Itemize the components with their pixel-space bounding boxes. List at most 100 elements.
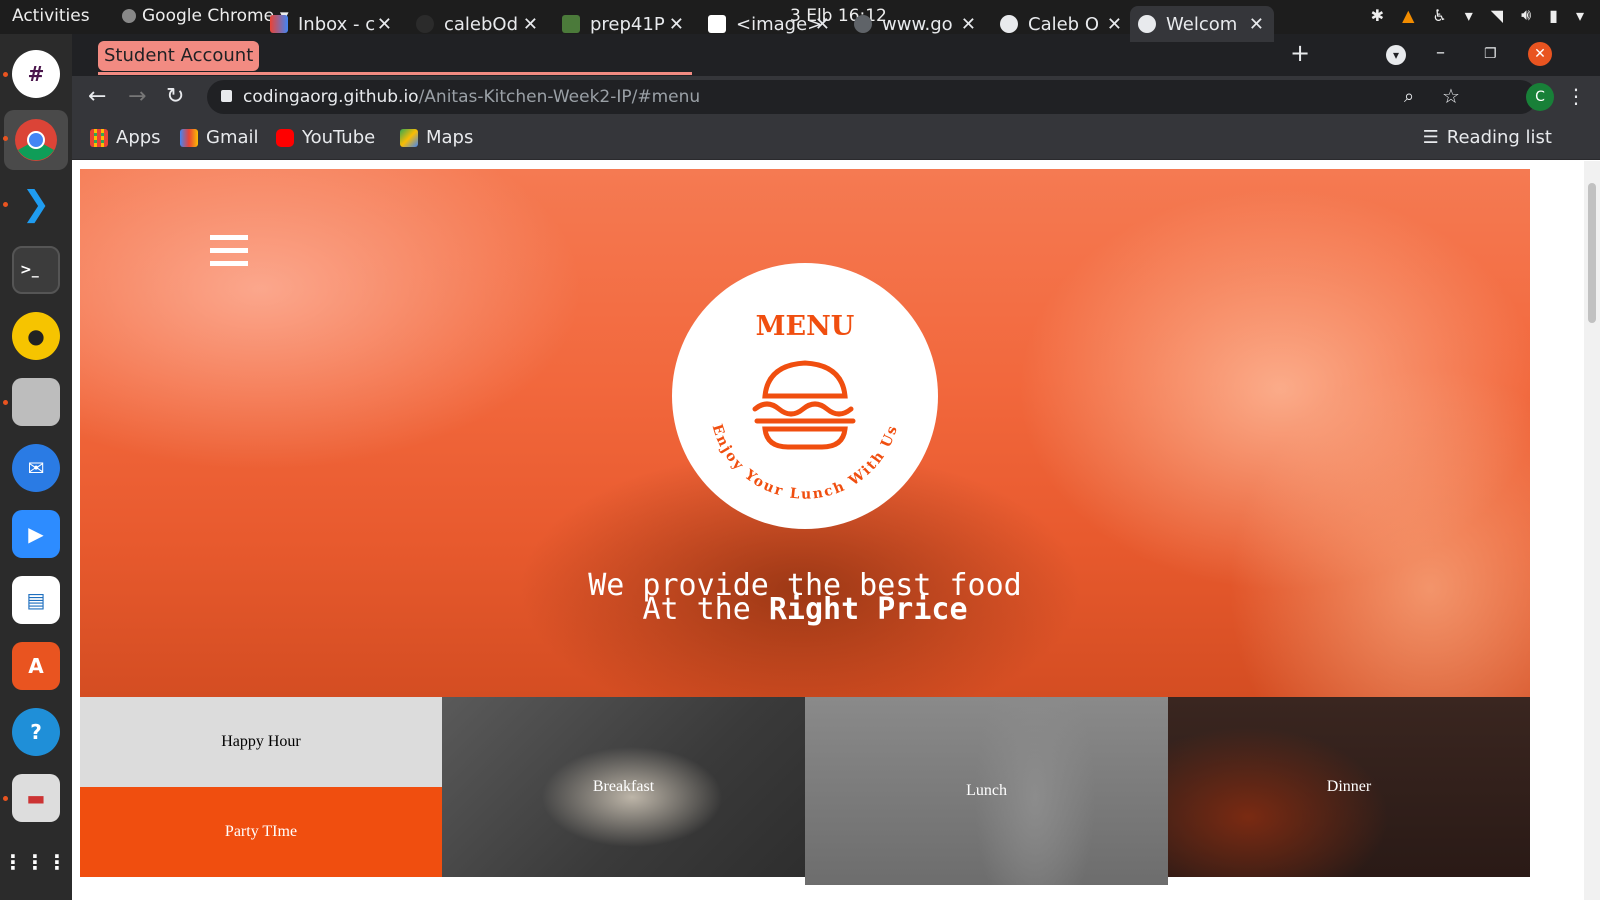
bookmark-apps[interactable]: Apps	[90, 127, 161, 148]
bookmark-label: YouTube	[302, 127, 376, 148]
zoom-icon[interactable]: ▶	[12, 510, 60, 558]
close-icon[interactable]: ✕	[669, 14, 684, 35]
tab-group-label[interactable]: Student Account	[98, 41, 260, 71]
hero-tagline: We provide the best food At the Right Pr…	[80, 571, 1530, 625]
show-apps-icon[interactable]: ⋮⋮⋮	[3, 838, 67, 886]
more-menu-icon[interactable]: ⋮	[1566, 84, 1586, 108]
vscode-icon[interactable]: ❯	[12, 180, 60, 228]
tab-label: Inbox - c	[298, 13, 376, 35]
tab-image[interactable]: <image> ✕	[700, 6, 840, 42]
close-window-button[interactable]: ✕	[1528, 42, 1552, 66]
svg-text:Enjoy Your Lunch With Us: Enjoy Your Lunch With Us	[709, 422, 902, 502]
burger-icon: Enjoy Your Lunch With Us	[709, 360, 902, 503]
hamburger-menu-icon[interactable]	[210, 235, 248, 267]
running-indicator	[3, 400, 8, 405]
files-icon[interactable]	[12, 378, 60, 426]
slack-icon[interactable]: #	[12, 50, 60, 98]
reading-list-button[interactable]: ☰ Reading list	[1423, 127, 1552, 148]
help-icon[interactable]: ?	[12, 708, 60, 756]
tab-label: <image>	[736, 13, 823, 35]
running-indicator	[3, 72, 8, 77]
running-indicator	[3, 136, 8, 141]
new-tab-button[interactable]: +	[1290, 39, 1310, 67]
close-icon[interactable]: ✕	[1107, 14, 1122, 35]
chrome-icon[interactable]	[4, 110, 68, 170]
activities-button[interactable]: Activities	[12, 6, 90, 26]
bookmark-youtube[interactable]: YouTube	[276, 127, 375, 148]
apps-grid-icon	[90, 128, 108, 147]
maps-icon	[400, 128, 418, 147]
thunderbird-icon[interactable]: ✉	[12, 444, 60, 492]
tab-search-icon[interactable]: ▾	[1386, 45, 1406, 65]
palm-tree-icon	[562, 15, 580, 33]
restore-button[interactable]: ❐	[1484, 46, 1497, 62]
bookmark-maps[interactable]: Maps	[400, 127, 473, 148]
minimize-button[interactable]: –	[1436, 42, 1445, 63]
document-viewer-icon[interactable]: ▬	[12, 774, 60, 822]
dock: # ❯ >_ ● ✉ ▶ ▤ A ? ▬ ⋮⋮⋮	[0, 34, 72, 900]
tile-label: Lunch	[966, 782, 1007, 799]
tab-prep[interactable]: prep41P ✕	[554, 6, 694, 42]
tile-dinner[interactable]: Dinner	[1168, 697, 1530, 877]
chevron-down-icon: ▾	[1575, 5, 1584, 25]
app-menu-label: Google Chrome	[142, 6, 275, 26]
globe-icon	[854, 15, 872, 33]
close-icon[interactable]: ✕	[523, 14, 538, 35]
bookmark-label: Gmail	[206, 127, 259, 148]
chevron-down-icon: ▾	[1464, 5, 1473, 25]
address-bar[interactable]: codingaorg.github.io/Anitas-Kitchen-Week…	[207, 80, 1537, 114]
menu-tiles: Happy Hour Party TIme Breakfast Lunch Di…	[80, 697, 1530, 885]
running-indicator	[3, 796, 8, 801]
tab-welcome[interactable]: Welcom ✕	[1130, 6, 1274, 42]
globe-icon	[1138, 15, 1156, 33]
profile-avatar[interactable]: C	[1526, 83, 1554, 111]
tagline-line-2-prefix: At the	[642, 592, 769, 627]
graduation-cap-icon	[708, 15, 726, 33]
bookmark-label: Apps	[116, 127, 161, 148]
url-path: /Anitas-Kitchen-Week2-IP/#menu	[418, 87, 701, 107]
vlc-tray-icon[interactable]: ▲	[1402, 6, 1414, 25]
software-center-icon[interactable]: A	[12, 642, 60, 690]
slack-tray-icon[interactable]: ✱	[1371, 6, 1384, 25]
bookmarks-bar: Apps Gmail YouTube Maps ☰ Reading list	[72, 118, 1600, 160]
lock-icon	[221, 90, 232, 102]
tab-www[interactable]: www.go ✕	[846, 6, 986, 42]
page-scrollbar[interactable]	[1584, 161, 1600, 900]
writer-icon[interactable]: ▤	[12, 576, 60, 624]
tile-breakfast[interactable]: Breakfast	[442, 697, 805, 877]
url-host: codingaorg.github.io	[243, 87, 419, 107]
tab-group-underline	[98, 72, 692, 75]
back-button[interactable]: ←	[88, 84, 106, 109]
close-icon[interactable]: ✕	[1249, 14, 1264, 35]
close-icon[interactable]: ✕	[961, 14, 976, 35]
tile-happy-hour[interactable]: Happy Hour	[80, 697, 442, 787]
running-indicator	[3, 202, 8, 207]
tile-party-time[interactable]: Party TIme	[80, 787, 442, 877]
gmail-icon	[270, 15, 288, 33]
close-icon[interactable]: ✕	[377, 14, 392, 35]
tab-github-caleb[interactable]: calebOd ✕	[408, 6, 548, 42]
terminal-icon[interactable]: >_	[12, 246, 60, 294]
bookmark-gmail[interactable]: Gmail	[180, 127, 259, 148]
tile-label: Breakfast	[592, 778, 655, 795]
close-icon[interactable]: ✕	[815, 14, 830, 35]
reload-button[interactable]: ↻	[166, 84, 184, 109]
tab-caleb[interactable]: Caleb O ✕	[992, 6, 1132, 42]
forward-button[interactable]: →	[128, 84, 146, 109]
tab-label: Welcom	[1166, 13, 1238, 35]
tab-inbox[interactable]: Inbox - c ✕	[262, 6, 402, 42]
scrollbar-thumb[interactable]	[1588, 183, 1596, 323]
badge-arc-text: Enjoy Your Lunch With Us	[709, 422, 900, 502]
accessibility-icon[interactable]: ♿	[1432, 6, 1446, 25]
rhythmbox-icon[interactable]: ●	[12, 312, 60, 360]
battery-icon[interactable]: ▮	[1549, 6, 1558, 25]
system-tray[interactable]: ✱ ▲ ♿ ▾ ◥ 🔊︎ ▮ ▾	[1371, 5, 1584, 25]
zoom-icon[interactable]: ⌕	[1404, 86, 1414, 107]
tile-lunch[interactable]: Lunch	[805, 697, 1168, 885]
bookmark-star-icon[interactable]: ☆	[1442, 84, 1460, 108]
tab-label: calebOd	[444, 13, 519, 35]
volume-icon[interactable]: 🔊︎	[1521, 5, 1531, 25]
wifi-icon[interactable]: ◥	[1491, 6, 1503, 25]
tagline-line-2-bold: Right Price	[768, 592, 968, 627]
reading-list-icon: ☰	[1422, 127, 1439, 148]
